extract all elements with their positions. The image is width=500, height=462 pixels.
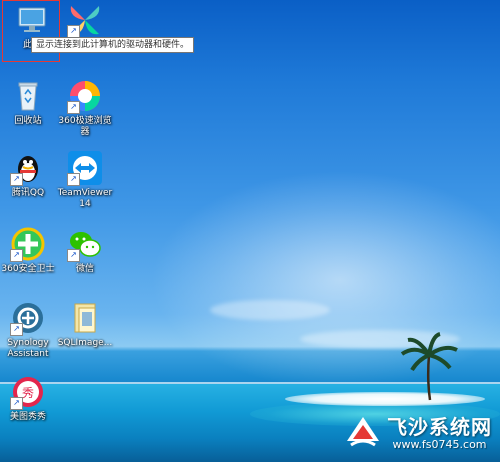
tooltip: 显示连接到此计算机的驱动器和硬件。 (31, 37, 195, 53)
shortcut-arrow-icon: ↗ (10, 249, 23, 262)
folder-icon (67, 300, 103, 336)
watermark-title: 飞沙系统网 (387, 414, 492, 439)
watermark: 飞沙系统网 www.fs0745.com (345, 412, 492, 454)
desktop-icon-360-browser[interactable]: ↗ 360极速浏览 器 (57, 78, 113, 138)
desktop-icon-meitu[interactable]: 秀 ↗ 美图秀秀 (0, 374, 56, 423)
desktop-icon-app[interactable]: ↗ (57, 2, 113, 40)
shortcut-arrow-icon: ↗ (67, 249, 80, 262)
desktop-icon-label: 微信 (75, 264, 94, 274)
shortcut-arrow-icon: ↗ (10, 323, 23, 336)
360-browser-icon: ↗ (67, 78, 103, 114)
desktop-icon-label: 美图秀秀 (9, 412, 46, 422)
desktop-icon-360-security[interactable]: ↗ 360安全卫士 (0, 226, 56, 275)
shortcut-arrow-icon: ↗ (10, 173, 23, 186)
desktop[interactable]: 此电 ↗ 回收站 (0, 0, 500, 462)
palm-tree-icon (400, 332, 458, 401)
wallpaper-cloud (210, 300, 330, 320)
meitu-icon: 秀 ↗ (10, 374, 46, 410)
desktop-icon-label: 腾讯QQ (11, 188, 45, 198)
watermark-logo-icon (345, 415, 381, 451)
svg-text:秀: 秀 (22, 386, 34, 400)
desktop-icon-label: 360极速浏览 器 (58, 116, 112, 137)
desktop-icon-teamviewer[interactable]: ↗ TeamViewer 14 (57, 150, 113, 210)
desktop-icon-label: 回收站 (14, 116, 42, 126)
desktop-icon-wechat[interactable]: ↗ 微信 (57, 226, 113, 275)
shortcut-arrow-icon: ↗ (67, 101, 80, 114)
desktop-icon-label: 360安全卫士 (1, 264, 55, 274)
desktop-icon-sqlimage[interactable]: SQLImage... (57, 300, 113, 349)
desktop-icon-qq[interactable]: ↗ 腾讯QQ (0, 150, 56, 199)
teamviewer-icon: ↗ (67, 150, 103, 186)
wechat-icon: ↗ (67, 226, 103, 262)
app-butterfly-icon: ↗ (67, 2, 103, 38)
watermark-url: www.fs0745.com (392, 437, 487, 451)
shortcut-arrow-icon: ↗ (67, 173, 80, 186)
shortcut-arrow-icon: ↗ (10, 397, 23, 410)
desktop-icon-label: SQLImage... (57, 338, 113, 348)
desktop-icon-synology-assistant[interactable]: ↗ Synology Assistant (0, 300, 56, 360)
desktop-icon-recycle-bin[interactable]: 回收站 (0, 78, 56, 127)
desktop-icon-label: Synology Assistant (7, 338, 49, 359)
synology-assistant-icon: ↗ (10, 300, 46, 336)
recycle-bin-icon (10, 78, 46, 114)
360-security-icon: ↗ (10, 226, 46, 262)
qq-penguin-icon: ↗ (10, 150, 46, 186)
desktop-icon-label: TeamViewer 14 (57, 188, 113, 209)
